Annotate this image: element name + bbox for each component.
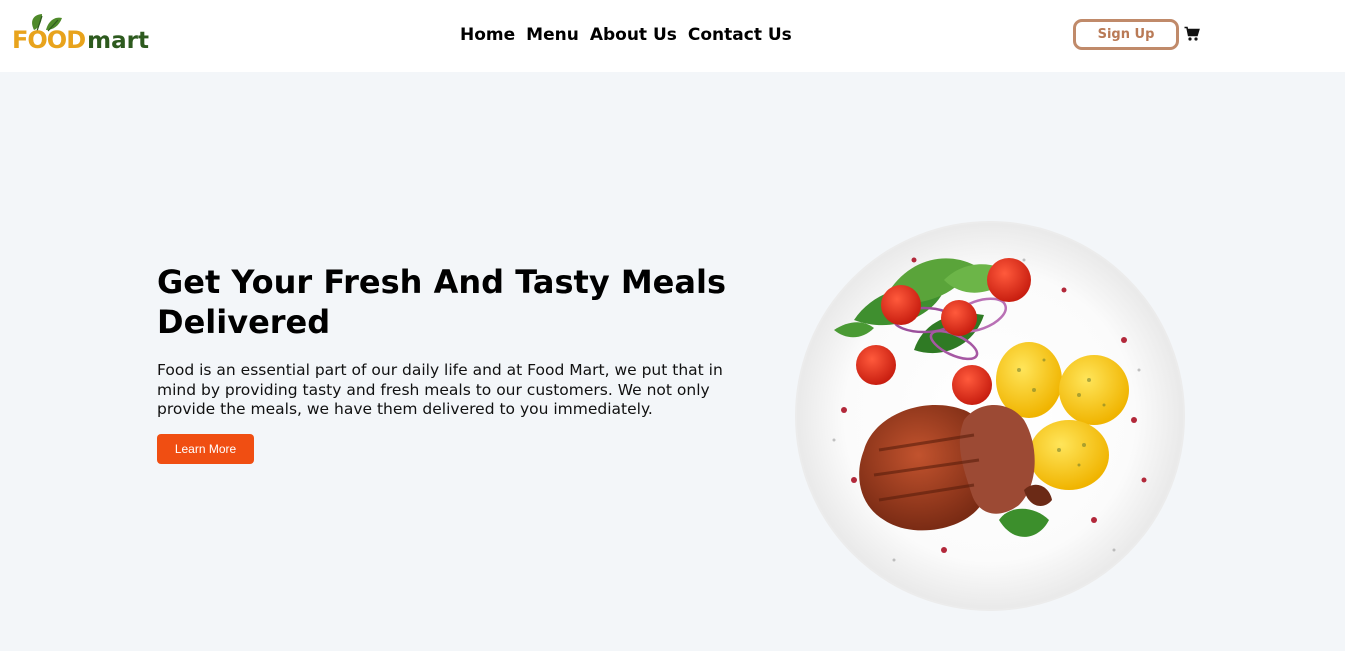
nav-link-contact-us[interactable]: Contact Us — [688, 24, 792, 46]
site-header: FOODmart Home Menu About Us Contact Us S… — [0, 0, 1345, 72]
learn-more-button[interactable]: Learn More — [157, 434, 254, 464]
hero-title: Get Your Fresh And Tasty Meals Delivered — [157, 263, 726, 341]
logo[interactable]: FOODmart — [12, 12, 152, 56]
hero-description: Food is an essential part of our daily l… — [157, 361, 723, 418]
logo-food-text: FOOD — [12, 26, 86, 54]
logo-text: FOODmart — [12, 26, 149, 55]
food-plate-illustration — [795, 221, 1185, 611]
nav-link-home[interactable]: Home — [460, 24, 515, 46]
cart-icon[interactable] — [1184, 26, 1200, 42]
nav-link-about-us[interactable]: About Us — [590, 24, 677, 46]
food-plate-image — [794, 220, 1186, 612]
logo-mart-text: mart — [87, 28, 149, 54]
main-nav: Home Menu About Us Contact Us — [460, 24, 792, 46]
sign-up-button[interactable]: Sign Up — [1073, 19, 1179, 50]
nav-link-menu[interactable]: Menu — [526, 24, 579, 46]
